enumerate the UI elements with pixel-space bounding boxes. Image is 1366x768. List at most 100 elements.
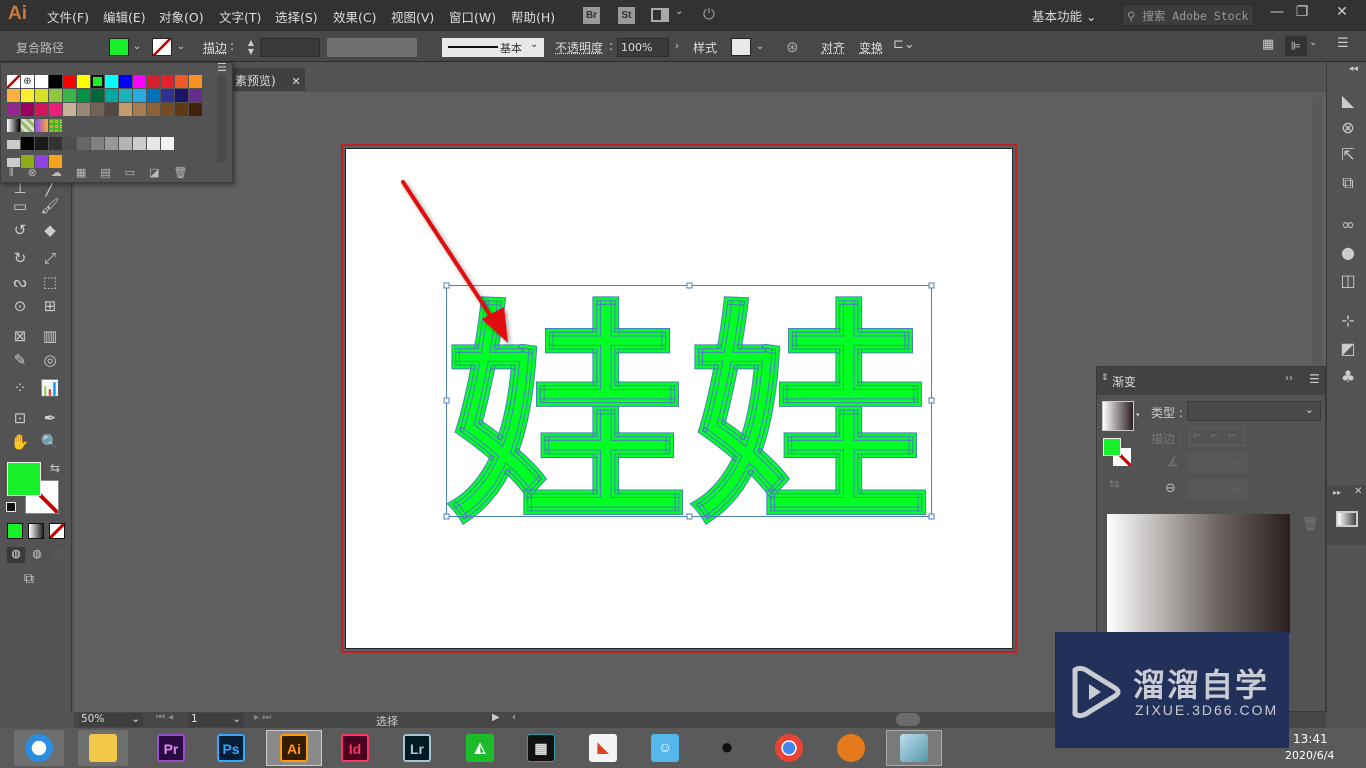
taskbar-notepad[interactable]: [886, 730, 942, 766]
fill-color-box[interactable]: [7, 462, 41, 496]
swatch[interactable]: [175, 89, 188, 102]
trash-icon[interactable]: 🗑: [173, 166, 201, 179]
color-mode-button[interactable]: [7, 523, 23, 539]
workspace-switcher[interactable]: 基本功能 ⌄: [1032, 6, 1096, 25]
gpu-performance-icon[interactable]: ⏻: [703, 5, 715, 23]
menu-file[interactable]: 文件(F): [47, 7, 89, 26]
opacity-input[interactable]: 100%: [617, 38, 669, 57]
new-swatch-icon[interactable]: ◪: [149, 166, 173, 179]
menu-effect[interactable]: 效果(C): [333, 7, 376, 26]
artboard[interactable]: 娃娃: [341, 144, 1017, 653]
symbols-icon[interactable]: ♣: [1337, 366, 1359, 388]
gradient-panel-icon[interactable]: ◣: [1337, 90, 1359, 112]
swatch[interactable]: [63, 75, 76, 88]
swatch[interactable]: [21, 119, 34, 132]
warp-tool-icon[interactable]: ᔓ: [8, 271, 32, 293]
symbol-sprayer-tool-icon[interactable]: ⁘: [8, 377, 32, 399]
swatch[interactable]: [133, 103, 146, 116]
hand-tool-icon[interactable]: ✋: [8, 431, 32, 453]
swatch[interactable]: [77, 89, 90, 102]
graphic-style-swatch[interactable]: [731, 38, 751, 56]
swatch[interactable]: [133, 89, 146, 102]
panel-menu-icon[interactable]: ☰: [1309, 372, 1320, 386]
appearance-icon[interactable]: ●: [1337, 242, 1359, 264]
taskbar-video-editor[interactable]: ▦: [516, 730, 566, 766]
export-icon[interactable]: ⇱: [1337, 144, 1359, 166]
gradient-slider[interactable]: [1107, 514, 1290, 634]
swatch[interactable]: [105, 103, 118, 116]
swatch[interactable]: [91, 103, 104, 116]
opacity-label[interactable]: 不透明度: [555, 39, 603, 56]
taskbar-app-orange[interactable]: [826, 730, 876, 766]
taskbar-photoshop[interactable]: Ps: [206, 730, 256, 766]
chevron-down-icon[interactable]: ▾: [1136, 411, 1140, 419]
menu-window[interactable]: 窗口(W): [449, 7, 496, 26]
fill-swatch[interactable]: [109, 38, 129, 56]
swatch[interactable]: [175, 103, 188, 116]
taskbar-indesign[interactable]: Id: [330, 730, 380, 766]
arrange-documents-icon[interactable]: [651, 8, 669, 22]
swatch[interactable]: [189, 89, 202, 102]
swatch[interactable]: [133, 137, 146, 150]
taskbar-file-explorer[interactable]: [78, 730, 128, 766]
clock-time[interactable]: 13:41: [1293, 732, 1328, 746]
status-menu-icon[interactable]: ▶: [492, 712, 500, 723]
recolor-artwork-icon[interactable]: ⊛: [786, 38, 799, 56]
swatch[interactable]: [147, 75, 160, 88]
swatch[interactable]: [77, 75, 90, 88]
swatch[interactable]: [49, 103, 62, 116]
stock-button[interactable]: St: [618, 7, 635, 24]
swatch[interactable]: [49, 137, 62, 150]
swatch[interactable]: [189, 103, 202, 116]
swatch[interactable]: [49, 75, 62, 88]
swap-colors-icon[interactable]: ⇆: [50, 461, 60, 475]
shape-builder-tool-icon[interactable]: ⊙: [8, 295, 32, 317]
variable-width-profile[interactable]: [327, 38, 417, 57]
menu-type[interactable]: 文字(T): [219, 7, 261, 26]
swatch[interactable]: [7, 89, 20, 102]
menu-view[interactable]: 视图(V): [391, 7, 434, 26]
stroke-weight-stepper[interactable]: ▲ ▼: [244, 38, 258, 56]
panel-collapse-icon[interactable]: ⇕: [1101, 373, 1109, 383]
swatch[interactable]: [147, 137, 160, 150]
document-tab[interactable]: 素预览) ✕: [233, 68, 305, 91]
expand-icon[interactable]: ▸▸: [1333, 488, 1341, 497]
swatch[interactable]: [119, 103, 132, 116]
shaper-tool-icon[interactable]: ↺: [8, 219, 32, 241]
transform-panel-icon[interactable]: ⊹: [1337, 310, 1359, 332]
swatch[interactable]: [35, 119, 48, 132]
swatch[interactable]: [119, 137, 132, 150]
menu-select[interactable]: 选择(S): [275, 7, 318, 26]
swatch[interactable]: [161, 103, 174, 116]
fill-color-box[interactable]: [1103, 438, 1121, 456]
taskbar-app-green[interactable]: ◭: [455, 730, 505, 766]
taskbar-qq[interactable]: ●: [702, 730, 752, 766]
layers-icon[interactable]: ◫: [1337, 270, 1359, 292]
swatch[interactable]: [63, 137, 76, 150]
taskbar-app-blue[interactable]: ☺: [640, 730, 690, 766]
gradient-mode-button[interactable]: [28, 523, 44, 539]
opacity-expand-icon[interactable]: ›: [670, 38, 684, 56]
swatch-options-icon[interactable]: ▦: [76, 166, 100, 179]
asset-export-icon[interactable]: ⊗: [1337, 117, 1359, 139]
expand-icon[interactable]: ››: [1285, 373, 1293, 384]
stroke-dropdown[interactable]: ⌄: [174, 38, 188, 56]
swatch-library-icon[interactable]: ⫴: [9, 166, 28, 179]
grid-icon[interactable]: ▦: [1262, 37, 1274, 52]
collapse-dock-icon[interactable]: ◂◂: [1349, 64, 1358, 74]
draw-inside-icon[interactable]: ◌: [49, 547, 67, 563]
taskbar-illustrator[interactable]: Ai: [266, 730, 322, 766]
draw-normal-icon[interactable]: ◍: [7, 547, 25, 563]
close-button[interactable]: ✕: [1326, 2, 1358, 24]
swatch-list-icon[interactable]: ▤: [100, 166, 124, 179]
taskbar-chrome[interactable]: [764, 730, 814, 766]
swatch[interactable]: [91, 89, 104, 102]
scroll-left-icon[interactable]: ‹: [512, 712, 516, 723]
stroke-weight-input[interactable]: [260, 38, 320, 57]
blend-tool-icon[interactable]: ◎: [38, 349, 62, 371]
menu-help[interactable]: 帮助(H): [511, 7, 555, 26]
swatch-none[interactable]: [7, 75, 20, 88]
swatch[interactable]: [175, 75, 188, 88]
swatch[interactable]: [77, 137, 90, 150]
taskbar-premiere[interactable]: Pr: [146, 730, 196, 766]
